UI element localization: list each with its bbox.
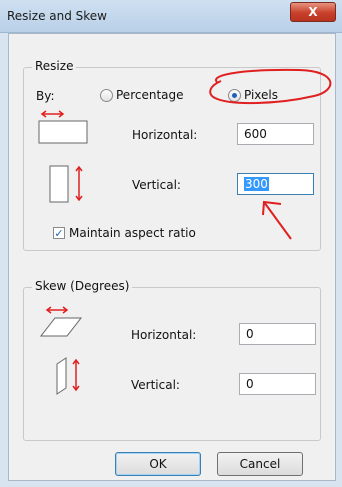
resize-horizontal-value: 600 (244, 127, 267, 141)
dialog-body: Resize By: Percentage Pixels Horizontal:… (8, 33, 336, 481)
annotation-arrow (262, 200, 292, 240)
maintain-aspect-label[interactable]: Maintain aspect ratio (69, 226, 196, 240)
horizontal-resize-icon (38, 110, 88, 144)
resize-vertical-selected-text: 300 (244, 177, 269, 191)
horizontal-skew-icon (39, 306, 83, 337)
resize-vertical-label: Vertical: (132, 178, 181, 192)
ok-button[interactable]: OK (115, 452, 201, 476)
skew-vertical-value: 0 (246, 377, 254, 391)
cancel-button-label: Cancel (239, 457, 281, 471)
resize-horizontal-input[interactable]: 600 (237, 123, 314, 145)
skew-horizontal-input[interactable]: 0 (239, 323, 316, 345)
close-button[interactable]: X (290, 2, 336, 22)
title-bar: Resize and Skew X (0, 0, 342, 33)
skew-horizontal-value: 0 (246, 327, 254, 341)
skew-vertical-input[interactable]: 0 (239, 373, 316, 395)
window-title: Resize and Skew (7, 9, 107, 23)
skew-vertical-label: Vertical: (131, 378, 180, 392)
vertical-skew-icon (56, 357, 80, 395)
resize-horizontal-label: Horizontal: (132, 128, 198, 142)
ok-button-label: OK (149, 457, 167, 471)
skew-horizontal-label: Horizontal: (131, 328, 197, 342)
vertical-resize-icon (49, 165, 83, 203)
cancel-button[interactable]: Cancel (217, 452, 303, 476)
close-icon: X (308, 5, 318, 19)
skew-group-title: Skew (Degrees) (32, 279, 133, 293)
resize-vertical-input[interactable]: 300 (237, 173, 314, 195)
maintain-aspect-checkbox[interactable]: ✓ (53, 227, 65, 239)
